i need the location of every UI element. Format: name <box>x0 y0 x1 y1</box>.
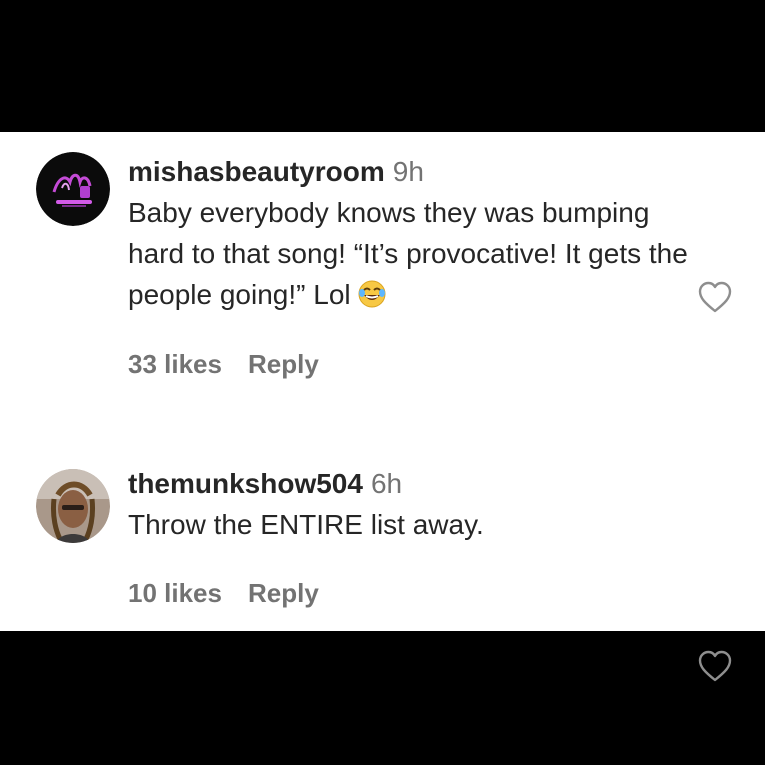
likes-count[interactable]: 10 likes <box>128 578 222 609</box>
comments-panel: mishasbeautyroom 9h Baby everybody knows … <box>0 132 765 682</box>
avatar[interactable] <box>36 469 110 543</box>
timestamp[interactable]: 6h <box>371 468 402 499</box>
comment-body: themunkshow504 6h Throw the ENTIRE list a… <box>128 464 688 609</box>
laughing-emoji-icon <box>357 279 387 309</box>
comment-text-content: Baby everybody knows they was bumping ha… <box>128 197 688 310</box>
comment-meta: 10 likes Reply <box>128 578 688 609</box>
comment-text: Baby everybody knows they was bumping ha… <box>128 192 688 315</box>
username[interactable]: themunkshow504 <box>128 468 363 499</box>
comment-text-content: Throw the ENTIRE list away. <box>128 509 484 540</box>
comment-meta: 33 likes Reply <box>128 349 688 380</box>
heart-icon[interactable] <box>697 280 733 314</box>
reply-button[interactable]: Reply <box>248 578 319 609</box>
username[interactable]: mishasbeautyroom <box>128 156 385 187</box>
comment-header: themunkshow504 6h <box>128 464 688 504</box>
avatar[interactable] <box>36 152 110 226</box>
timestamp[interactable]: 9h <box>393 156 424 187</box>
reply-button[interactable]: Reply <box>248 349 319 380</box>
beauty-logo-icon <box>36 152 110 226</box>
comment-text: Throw the ENTIRE list away. <box>128 504 688 545</box>
heart-icon[interactable] <box>697 649 733 683</box>
comment-header: mishasbeautyroom 9h <box>128 152 688 192</box>
likes-count[interactable]: 33 likes <box>128 349 222 380</box>
comment-body: mishasbeautyroom 9h Baby everybody knows … <box>128 152 688 380</box>
user-photo-icon <box>36 469 110 543</box>
